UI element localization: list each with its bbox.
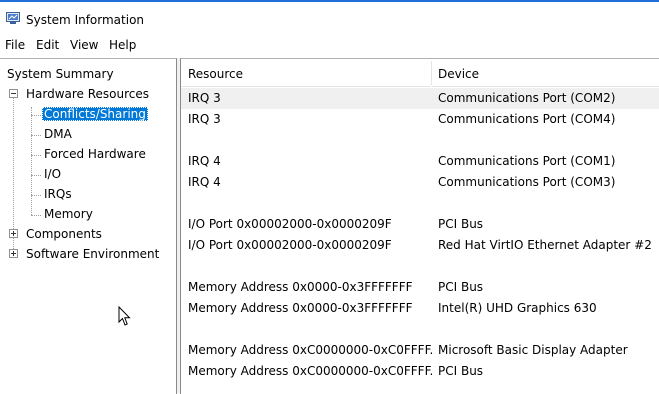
tree-connector: [31, 215, 41, 217]
table-row[interactable]: Memory Address 0xC0000000-0xC0FFFF... Mi…: [181, 340, 659, 361]
tree-connector: [31, 195, 41, 197]
table-row[interactable]: [181, 319, 659, 340]
resource-cell: Memory Address 0xC0000000-0xC0FFFF...: [188, 364, 434, 378]
tree-item-components[interactable]: Components: [24, 225, 104, 243]
column-header-label: Resource: [188, 67, 244, 81]
menu-edit[interactable]: Edit: [36, 38, 59, 52]
device-cell: Red Hat VirtIO Ethernet Adapter #2: [438, 238, 652, 252]
tree-item-label: Software Environment: [26, 247, 160, 261]
tree-item-label: IRQs: [44, 187, 72, 201]
device-cell: PCI Bus: [438, 364, 484, 378]
tree-item-label: I/O: [44, 167, 62, 181]
tree-item-conflicts-sharing[interactable]: Conflicts/Sharing: [42, 105, 148, 123]
expand-software-icon[interactable]: [9, 249, 18, 258]
table-row[interactable]: Memory Address 0xC0000000-0xC0FFFF... PC…: [181, 361, 659, 382]
table-row[interactable]: [181, 193, 659, 214]
tree-item-label: Forced Hardware: [44, 147, 146, 161]
device-cell: PCI Bus: [438, 280, 484, 294]
resource-list[interactable]: Resource Device IRQ 3 Communications Por…: [180, 58, 659, 394]
table-row[interactable]: [181, 256, 659, 277]
tree-item-label: System Summary: [7, 67, 114, 81]
title-bar[interactable]: System Information: [0, 2, 659, 34]
tree-item-system-summary[interactable]: System Summary: [5, 65, 116, 83]
tree-item-label: Conflicts/Sharing: [42, 107, 148, 121]
tree-item-label: Hardware Resources: [26, 87, 150, 101]
tree-item-dma[interactable]: DMA: [42, 125, 74, 143]
resource-cell: IRQ 3: [188, 112, 221, 126]
table-row[interactable]: IRQ 4 Communications Port (COM3): [181, 172, 659, 193]
tree-item-memory[interactable]: Memory: [42, 205, 95, 223]
system-information-icon: [6, 12, 20, 24]
device-cell: Communications Port (COM4): [438, 112, 616, 126]
table-row[interactable]: I/O Port 0x00002000-0x0000209F PCI Bus: [181, 214, 659, 235]
table-row[interactable]: IRQ 4 Communications Port (COM1): [181, 151, 659, 172]
column-header-device[interactable]: Device: [432, 59, 659, 87]
table-row[interactable]: I/O Port 0x00002000-0x0000209F Red Hat V…: [181, 235, 659, 256]
tree-connector: [31, 175, 41, 177]
device-cell: Communications Port (COM3): [438, 175, 616, 189]
table-row[interactable]: IRQ 3 Communications Port (COM2): [181, 88, 659, 109]
resource-cell: IRQ 4: [188, 154, 221, 168]
resource-cell: IRQ 4: [188, 175, 221, 189]
table-row[interactable]: [181, 130, 659, 151]
column-header-resource[interactable]: Resource: [181, 59, 431, 87]
expand-components-icon[interactable]: [9, 229, 18, 238]
table-row[interactable]: IRQ 3 Communications Port (COM4): [181, 109, 659, 130]
resource-cell: IRQ 3: [188, 91, 221, 105]
tree-connector: [31, 107, 33, 215]
menu-bar: File Edit View Help: [0, 34, 659, 56]
device-cell: Communications Port (COM1): [438, 154, 616, 168]
table-row[interactable]: Memory Address 0x0000-0x3FFFFFFF PCI Bus: [181, 277, 659, 298]
tree-item-label: Components: [26, 227, 102, 241]
resource-cell: Memory Address 0x0000-0x3FFFFFFF: [188, 280, 413, 294]
device-cell: Communications Port (COM2): [438, 91, 616, 105]
tree-item-label: Memory: [44, 207, 93, 221]
tree-item-software-environment[interactable]: Software Environment: [24, 245, 161, 263]
mouse-pointer-icon: [118, 306, 131, 326]
resource-cell: Memory Address 0x0000-0x3FFFFFFF: [188, 301, 413, 315]
device-cell: PCI Bus: [438, 217, 484, 231]
device-cell: Intel(R) UHD Graphics 630: [438, 301, 597, 315]
menu-help[interactable]: Help: [109, 38, 136, 52]
tree-item-irqs[interactable]: IRQs: [42, 185, 74, 203]
menu-file[interactable]: File: [5, 38, 25, 52]
resource-cell: Memory Address 0xC0000000-0xC0FFFF...: [188, 343, 434, 357]
tree-connector: [31, 155, 41, 157]
menu-view[interactable]: View: [70, 38, 98, 52]
window-title: System Information: [26, 13, 145, 27]
tree-item-forced-hardware[interactable]: Forced Hardware: [42, 145, 148, 163]
collapse-hardware-icon[interactable]: [9, 89, 18, 98]
column-header-label: Device: [438, 67, 480, 81]
table-row[interactable]: Memory Address 0x0000-0x3FFFFFFF Intel(R…: [181, 298, 659, 319]
tree-item-hardware-resources[interactable]: Hardware Resources: [24, 85, 151, 103]
category-tree[interactable]: System Summary Hardware Resources Confli…: [0, 58, 177, 394]
tree-connector: [31, 115, 41, 117]
tree-item-io[interactable]: I/O: [42, 165, 63, 183]
device-cell: Microsoft Basic Display Adapter: [438, 343, 628, 357]
tree-connector: [31, 135, 41, 137]
resource-cell: I/O Port 0x00002000-0x0000209F: [188, 238, 392, 252]
resource-cell: I/O Port 0x00002000-0x0000209F: [188, 217, 392, 231]
tree-item-label: DMA: [44, 127, 72, 141]
